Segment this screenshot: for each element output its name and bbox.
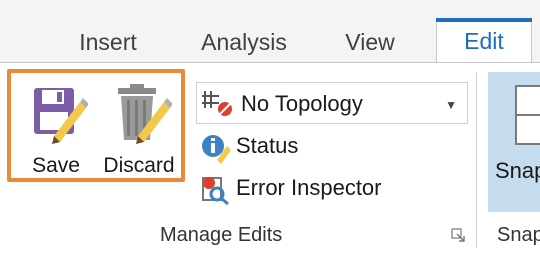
ribbon-tab-bar: Insert Analysis View Edit <box>0 0 540 64</box>
dialog-launcher-icon[interactable] <box>451 228 465 242</box>
highlight-box <box>7 69 185 182</box>
tab-analysis[interactable]: Analysis <box>180 22 308 62</box>
tab-view[interactable]: View <box>320 22 420 62</box>
tab-insert[interactable]: Insert <box>48 22 168 62</box>
snapping-button[interactable] <box>488 72 540 212</box>
chevron-down-icon: ▼ <box>445 98 457 112</box>
status-button[interactable]: Status <box>196 130 376 166</box>
topology-dropdown[interactable]: No Topology ▼ <box>196 82 468 124</box>
snapping-icon <box>515 85 540 145</box>
status-icon <box>202 135 231 164</box>
snapping-group-label: Snap <box>497 224 540 246</box>
snapping-label: Snap <box>495 158 540 183</box>
error-inspector-label: Error Inspector <box>236 175 382 200</box>
status-label: Status <box>236 133 299 158</box>
group-separator <box>476 72 477 248</box>
topology-value: No Topology <box>241 91 363 116</box>
manage-edits-group-label: Manage Edits <box>160 224 283 246</box>
error-inspector-button[interactable]: Error Inspector <box>196 172 416 208</box>
error-inspector-icon <box>202 177 229 206</box>
topology-icon <box>202 91 232 116</box>
ribbon: Insert Analysis View Edit Save Discard N… <box>0 0 540 256</box>
tab-edit[interactable]: Edit <box>436 18 532 64</box>
